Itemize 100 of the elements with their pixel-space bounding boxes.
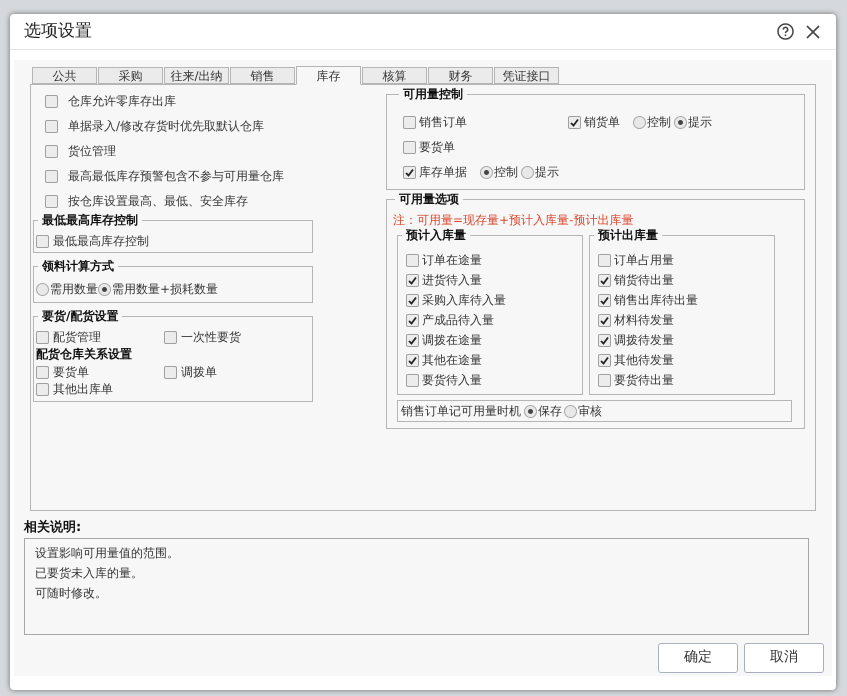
checkbox[interactable]: [598, 274, 611, 286]
checkbox-label: 进货待入量: [422, 272, 482, 288]
radio-label: 需用数量: [50, 281, 98, 297]
checkbox-label: 其他出库单: [53, 381, 113, 397]
checkbox-label: 要货待出量: [614, 372, 674, 388]
checkbox[interactable]: [164, 366, 177, 378]
note-line: 可随时修改。: [35, 584, 108, 602]
checkbox[interactable]: [36, 366, 49, 378]
checkbox-label: 调拨待发量: [614, 332, 674, 348]
checkbox-label: 产成品待入量: [422, 312, 494, 328]
radio-button[interactable]: [674, 116, 687, 128]
checkbox[interactable]: [45, 120, 58, 132]
checkbox[interactable]: [406, 254, 419, 266]
checkbox-label: 销货单: [584, 114, 620, 131]
checkbox-label: 按仓库设置最高、最低、安全库存: [68, 193, 248, 209]
checkbox[interactable]: [598, 334, 611, 346]
checkbox-label: 其他待发量: [614, 352, 674, 368]
checkbox[interactable]: [406, 374, 419, 386]
checkbox[interactable]: [403, 166, 416, 178]
checkbox[interactable]: [36, 330, 49, 344]
subheading: 配货仓库关系设置: [36, 346, 133, 363]
checkbox[interactable]: [598, 254, 611, 266]
checkbox-label: 销售订单: [419, 114, 467, 131]
radio-button[interactable]: [36, 282, 49, 296]
radio-label: 审核: [578, 403, 602, 419]
checkbox-label: 单据录入/修改存货时优先取默认仓库: [68, 118, 264, 134]
checkbox-label: 库存单据: [419, 164, 467, 181]
checkbox-label: 其他在途量: [422, 352, 482, 368]
checkbox-label: 货位管理: [68, 143, 116, 159]
checkbox[interactable]: [403, 116, 416, 128]
checkbox-label: 调拨单: [181, 364, 217, 380]
group-title: 预计出库量: [596, 228, 659, 242]
checkbox[interactable]: [598, 314, 611, 326]
group-title: 预计入库量: [404, 228, 467, 242]
checkbox-label: 要货单: [53, 364, 89, 380]
group-title: 最低最高库存控制: [41, 213, 139, 227]
checkbox[interactable]: [406, 334, 419, 346]
checkbox[interactable]: [598, 294, 611, 306]
tab[interactable]: 采购: [98, 67, 163, 84]
tab[interactable]: 销售: [230, 67, 295, 84]
checkbox-label: 配货管理: [53, 329, 101, 345]
group-title: 要货/配货设置: [41, 309, 120, 323]
formula-note: 注：可用量=现存量+预计入库量-预计出库量: [393, 212, 634, 228]
group-title: 可用量选项: [398, 192, 460, 206]
window-title: 选项设置: [24, 20, 93, 43]
checkbox-label: 材料待发量: [614, 312, 674, 328]
checkbox[interactable]: [598, 374, 611, 386]
checkbox-label: 订单在途量: [422, 252, 482, 268]
checkbox[interactable]: [406, 314, 419, 326]
dialog-button[interactable]: 取消: [744, 642, 824, 672]
radio-button[interactable]: [480, 166, 493, 178]
checkbox-label: 仓库允许零库存出库: [68, 93, 176, 109]
close-icon[interactable]: [806, 24, 820, 38]
checkbox[interactable]: [45, 144, 58, 158]
timing-label: 销售订单记可用量时机: [401, 403, 521, 420]
checkbox[interactable]: [406, 354, 419, 366]
checkbox-label: 要货单: [419, 139, 455, 156]
checkbox-label: 最高最低库存预警包含不参与可用量仓库: [68, 168, 284, 184]
radio-button[interactable]: [524, 404, 537, 418]
radio-label: 提示: [688, 114, 712, 130]
radio-button[interactable]: [633, 116, 646, 128]
checkbox[interactable]: [45, 170, 58, 182]
checkbox[interactable]: [36, 234, 49, 248]
note-line: 已要货未入库的量。: [35, 564, 144, 582]
checkbox-label: 最低最高库存控制: [53, 233, 149, 249]
dialog-button[interactable]: 确定: [658, 642, 738, 672]
radio-label: 控制: [494, 164, 518, 180]
tab[interactable]: 公共: [32, 67, 97, 84]
checkbox[interactable]: [403, 140, 416, 154]
radio-button[interactable]: [521, 166, 534, 178]
checkbox-label: 销货待出量: [614, 272, 674, 288]
checkbox-label: 订单占用量: [614, 252, 674, 268]
radio-label: 需用数量+损耗数量: [112, 281, 218, 297]
checkbox-label: 一次性要货: [181, 329, 241, 345]
help-icon[interactable]: [777, 23, 794, 40]
tab[interactable]: 往来/出纳: [164, 67, 229, 84]
checkbox[interactable]: [45, 94, 58, 108]
checkbox[interactable]: [406, 274, 419, 286]
note-line: 设置影响可用量值的范围。: [35, 544, 180, 562]
tab[interactable]: 库存: [296, 66, 361, 85]
checkbox-label: 销售出库待出量: [614, 292, 698, 308]
checkbox[interactable]: [45, 194, 58, 208]
group-title: 可用量控制: [402, 87, 464, 101]
radio-label: 控制: [647, 114, 671, 130]
tab[interactable]: 核算: [362, 67, 427, 84]
checkbox[interactable]: [164, 330, 177, 344]
radio-label: 保存: [538, 403, 562, 419]
checkbox[interactable]: [598, 354, 611, 366]
checkbox-label: 调拨在途量: [422, 332, 482, 348]
tab[interactable]: 凭证接口: [494, 67, 559, 84]
group-title: 领料计算方式: [40, 259, 115, 273]
radio-button[interactable]: [564, 404, 577, 418]
tab[interactable]: 财务: [428, 67, 493, 84]
checkbox[interactable]: [36, 382, 49, 396]
checkbox[interactable]: [406, 294, 419, 306]
checkbox-label: 要货待入量: [422, 372, 482, 388]
radio-button[interactable]: [98, 282, 111, 296]
checkbox[interactable]: [568, 116, 581, 128]
radio-label: 提示: [535, 164, 559, 180]
notes-title: 相关说明:: [24, 518, 82, 537]
